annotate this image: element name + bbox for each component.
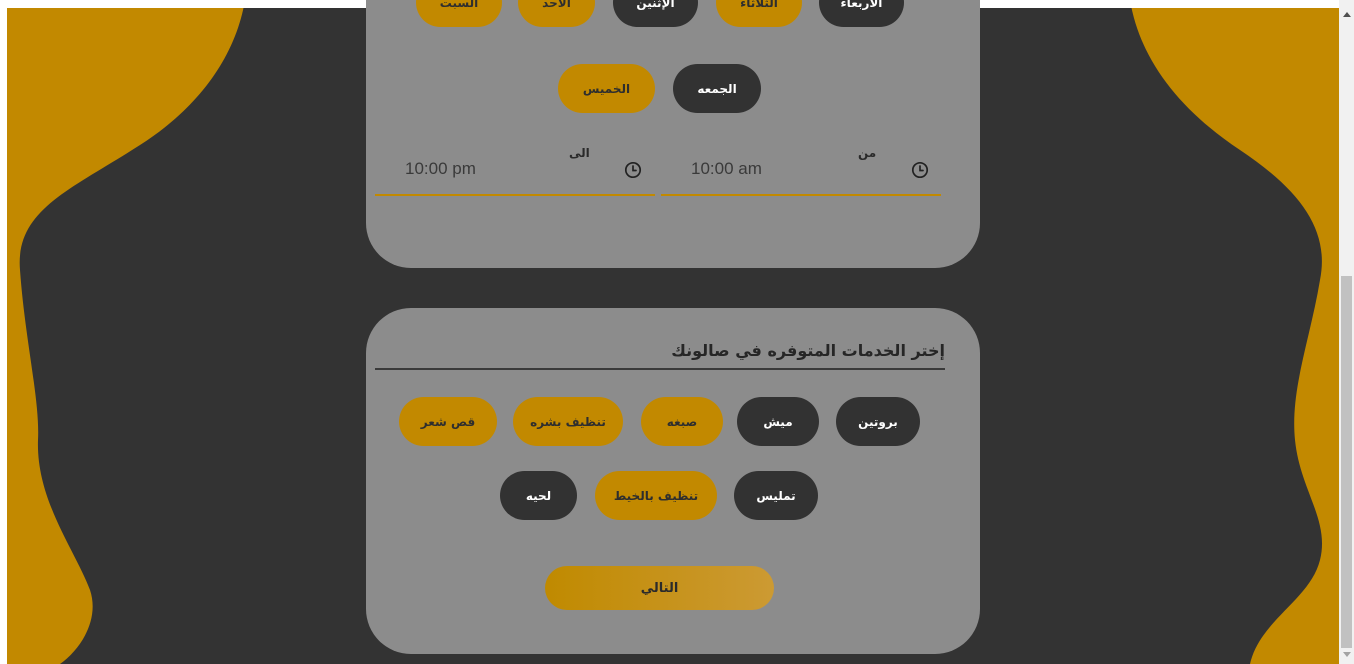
day-pill[interactable]: الجمعه [673, 64, 761, 113]
from-label: من [858, 146, 877, 160]
services-card: إختر الخدمات المتوفره في صالونك بروتين مي… [366, 308, 980, 654]
from-time-underline [661, 194, 941, 196]
services-title: إختر الخدمات المتوفره في صالونك [671, 341, 945, 360]
left-wave [0, 0, 245, 664]
clock-icon[interactable] [624, 161, 642, 179]
to-time-underline [375, 194, 655, 196]
clock-icon[interactable] [911, 161, 929, 179]
day-pill[interactable]: الإثنين [613, 0, 698, 27]
scroll-down-icon[interactable] [1343, 652, 1351, 657]
scroll-up-icon[interactable] [1343, 12, 1351, 17]
day-pill[interactable]: الاحد [518, 0, 595, 27]
right-wave [1130, 0, 1339, 664]
services-title-divider [375, 368, 945, 370]
scrollbar-thumb[interactable] [1341, 276, 1352, 648]
service-pill[interactable]: صبغه [641, 397, 723, 446]
from-time-input[interactable]: 10:00 am [691, 159, 762, 179]
page-left-edge [0, 0, 7, 664]
service-pill[interactable]: قص شعر [399, 397, 497, 446]
day-pill[interactable]: الثلاثاء [716, 0, 802, 27]
service-pill[interactable]: لحيه [500, 471, 577, 520]
day-pill[interactable]: الاربعاء [819, 0, 904, 27]
day-pill[interactable]: الخميس [558, 64, 655, 113]
vertical-scrollbar[interactable] [1339, 0, 1354, 664]
service-pill[interactable]: تنظيف بالخيط [595, 471, 717, 520]
service-pill[interactable]: تنظيف بشره [513, 397, 623, 446]
next-button[interactable]: التالي [545, 566, 774, 610]
to-label: الى [569, 146, 590, 160]
working-hours-card: الاربعاء الثلاثاء الإثنين الاحد السبت الجمعه… [366, 0, 980, 268]
page-viewport: الاربعاء الثلاثاء الإثنين الاحد السبت الجمعه… [0, 0, 1339, 664]
to-time-input[interactable]: 10:00 pm [405, 159, 476, 179]
service-pill[interactable]: تمليس [734, 471, 818, 520]
day-pill[interactable]: السبت [416, 0, 502, 27]
service-pill[interactable]: ميش [737, 397, 819, 446]
service-pill[interactable]: بروتين [836, 397, 920, 446]
